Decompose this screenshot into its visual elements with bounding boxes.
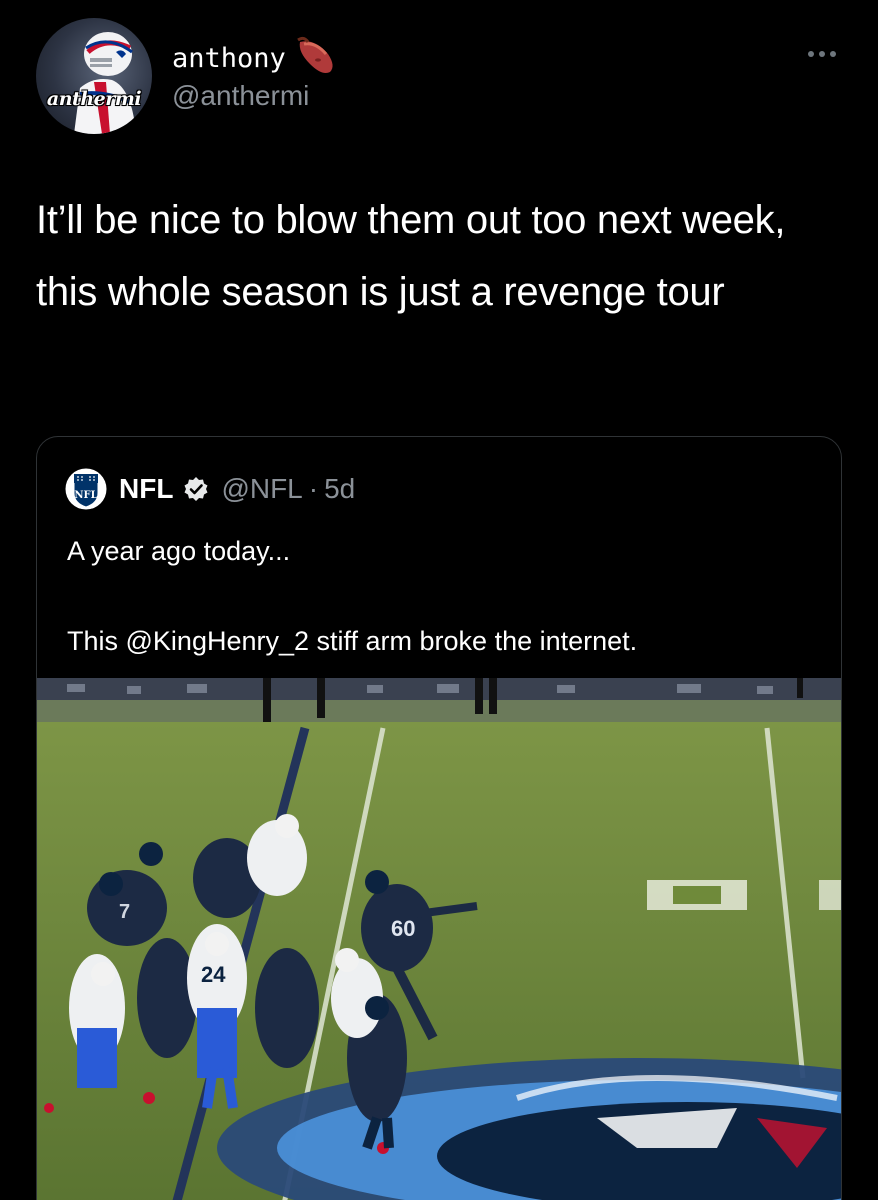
author-display-name[interactable]: anthony [172,43,286,74]
nfl-shield-logo[interactable]: NFL [65,467,107,511]
jersey-number: 7 [119,901,130,923]
tweet-text: It’ll be nice to blow them out too next … [36,198,786,314]
meta-separator: · [308,473,319,504]
author-name-row: anthony [172,36,338,81]
tweet-screen: anthermi anthony @anthermi It’ll be nice… [0,0,878,1200]
more-horizontal-icon [808,51,814,57]
quoted-tweet-card[interactable]: NFL NFL @NFL · 5d A year ago today... Th… [36,436,842,1200]
quoted-tweet-header: NFL NFL @NFL · 5d [65,467,355,511]
author-avatar[interactable]: anthermi [36,18,152,134]
jersey-number: 60 [391,916,415,941]
video-frame: 60 24 7 [37,678,841,1200]
quoted-author-handle[interactable]: @NFL [221,473,302,505]
quoted-author-name[interactable]: NFL [119,473,173,505]
quoted-tweet-video[interactable]: 60 24 7 [37,678,841,1200]
quoted-tweet-text: A year ago today... This @KingHenry_2 st… [67,536,638,656]
avatar-watermark-text: anthermi [46,88,142,110]
more-dot [819,51,825,57]
avatar-photo [74,32,136,134]
more-dot [830,51,836,57]
quoted-tweet-timestamp[interactable]: 5d [324,473,355,505]
nfl-logo-text: NFL [74,490,97,501]
more-options-button[interactable] [800,40,844,68]
author-handle[interactable]: @anthermi [172,80,309,112]
sweet-potato-icon [294,36,338,81]
jersey-number: 24 [201,962,226,987]
verified-badge-icon [183,476,209,502]
